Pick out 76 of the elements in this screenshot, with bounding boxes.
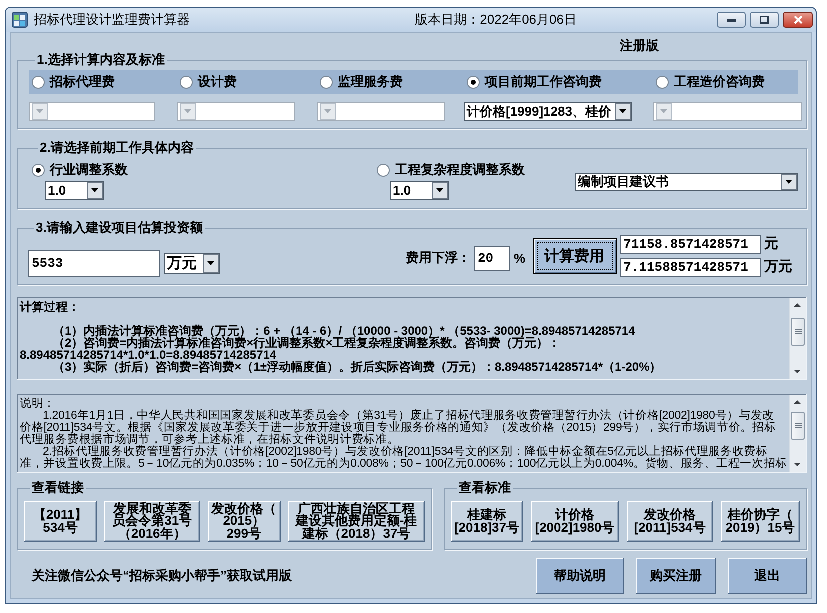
- percent-label: %: [514, 251, 526, 267]
- radio-button[interactable]: 设计费: [177, 75, 237, 89]
- notice-text: 关注微信公众号“招标采购小帮手”获取试用版: [32, 568, 292, 584]
- unit-label: 万元: [764, 258, 793, 274]
- result-field[interactable]: 71158.8571428571: [620, 235, 761, 254]
- standard-button[interactable]: 发改价格 [2011]534号: [627, 501, 713, 542]
- standard-button[interactable]: 计价格 [2002]1980号: [531, 501, 619, 542]
- explanation-heading: 说明：: [20, 398, 56, 410]
- radio-button[interactable]: 招标代理费: [29, 75, 115, 89]
- calculate-button[interactable]: 计算费用: [532, 238, 617, 274]
- standard-button[interactable]: 桂建标 [2018]37号: [451, 501, 523, 542]
- version-date: 版本日期：2022年06月06日: [415, 12, 577, 28]
- scrollbar-thumb[interactable]: [791, 412, 805, 440]
- close-button[interactable]: [783, 12, 813, 28]
- explanation-text: 代理服务费根据市场调节，可参考上述标准，在招标文件说明计费标准。: [20, 434, 400, 446]
- dropdown[interactable]: 计价格[1999]1283、桂价: [464, 102, 632, 121]
- scrollbar-thumb[interactable]: [791, 318, 805, 346]
- unit-dropdown[interactable]: 万元: [164, 253, 220, 274]
- radio-button[interactable]: 项目前期工作咨询费: [464, 75, 602, 89]
- calculation-text: （1）内插法计算标准咨询费（万元）：6 + （14 - 6）/ （10000 - 3000）* （5533- 3000)=8.89485714285714: [52, 325, 636, 337]
- calculation-text: （3）实际（折后）咨询费=咨询费×（1±浮动幅度值）。折后实际咨询费（万元）：8.89485714285714*（1-20%）: [52, 361, 662, 373]
- link-button[interactable]: 广西壮族自治区工程建设其他费用定额-桂建标（2018）37号: [288, 501, 425, 542]
- maximize-icon: [760, 16, 769, 24]
- help-button[interactable]: 帮助说明: [536, 558, 624, 594]
- dropdown[interactable]: 1.0: [390, 181, 449, 200]
- minimize-button[interactable]: [717, 12, 746, 28]
- minimize-icon: [727, 18, 736, 22]
- radio-button[interactable]: 监理服务费: [317, 75, 403, 89]
- caret-icon: [32, 103, 48, 120]
- standard-button[interactable]: 桂价协字（ 2019）15号: [721, 501, 800, 542]
- explanation-text: 准，并设置收费上限。5－10亿元的为0.035%；10－50亿元的为0.008%；50－100亿元0.006%；100亿元以上为0.004%。货物、服务、工程一次招标: [20, 458, 788, 470]
- caret-icon: [203, 254, 219, 273]
- input-field[interactable]: 5533: [28, 250, 160, 277]
- group-title: 查看链接: [31, 481, 85, 495]
- link-button[interactable]: 发展和改革委员会令第31号（2016年）: [104, 501, 200, 542]
- radio-button[interactable]: 工程复杂程度调整系数: [377, 163, 525, 177]
- dropdown[interactable]: 1.0: [45, 181, 104, 200]
- discount-label: 费用下浮：: [406, 250, 471, 266]
- grip-icon: [794, 329, 802, 335]
- explanation-text: 价格[2011]534号文。根据《国家发展改革委关于进一步放开建设项目专业服务价格的通知》（发改价格（2015）299号），实行市场调节价。招标: [20, 422, 776, 434]
- caret-icon: [180, 103, 196, 120]
- caret-icon: [320, 103, 336, 120]
- scrollbar[interactable]: [789, 298, 806, 379]
- maximize-button[interactable]: [750, 12, 779, 28]
- caret-icon: [615, 103, 631, 120]
- caret-icon: [432, 182, 448, 199]
- edition-label: 注册版: [620, 39, 659, 53]
- link-button[interactable]: 【2011】 534号: [24, 501, 97, 542]
- link-button[interactable]: 发改价格（ 2015） 299号: [208, 501, 281, 542]
- explanation-text: 2.招标代理服务收费管理暂行办法（计价格[2002]1980号）与发改价格[2011]534号文的区别：降低中标金额在5亿元以上招标代理服务收费标: [42, 446, 768, 458]
- calculation-text: 8.89485714285714*1.0*1.0=8.89485714285714: [20, 349, 277, 361]
- input-field[interactable]: 20: [474, 246, 510, 271]
- close-icon: [794, 16, 802, 24]
- calculation-text: （2）咨询费=内插法计算标准咨询费×行业调整系数×工程复杂程度调整系数。咨询费（万元）：: [52, 337, 561, 349]
- scrollbar[interactable]: [789, 395, 806, 472]
- group-title: 查看标准: [458, 481, 512, 495]
- caret-icon: [656, 103, 672, 120]
- explanation-text: 1.2016年1月1日，中华人民共和国国家发展和改革委员会令（第31号）废止了招标代理服务收费管理暂行办法（计价格[2002]1980号）与发改: [43, 410, 775, 422]
- window-title: 招标代理设计监理费计算器: [34, 12, 191, 28]
- caret-icon: [87, 182, 103, 199]
- group-title: 2.请选择前期工作具体内容: [39, 141, 195, 155]
- radio-button[interactable]: 工程造价咨询费: [653, 75, 765, 89]
- exit-button[interactable]: 退出: [728, 558, 807, 594]
- calculation-heading: 计算过程：: [20, 301, 80, 313]
- app-icon: [12, 12, 28, 28]
- text-area[interactable]: [17, 394, 807, 473]
- group-title: 3.请输入建设项目估算投资额: [35, 221, 204, 235]
- unit-label: 元: [764, 234, 779, 250]
- dropdown[interactable]: 编制项目建议书: [575, 172, 798, 190]
- register-button[interactable]: 购买注册: [636, 558, 716, 594]
- grip-icon: [794, 423, 802, 429]
- text-area[interactable]: [17, 297, 807, 380]
- result-field[interactable]: 7.11588571428571: [620, 258, 761, 277]
- group-title: 1.选择计算内容及标准: [36, 53, 166, 67]
- caret-icon: [781, 174, 797, 190]
- radio-button[interactable]: 行业调整系数: [32, 163, 128, 177]
